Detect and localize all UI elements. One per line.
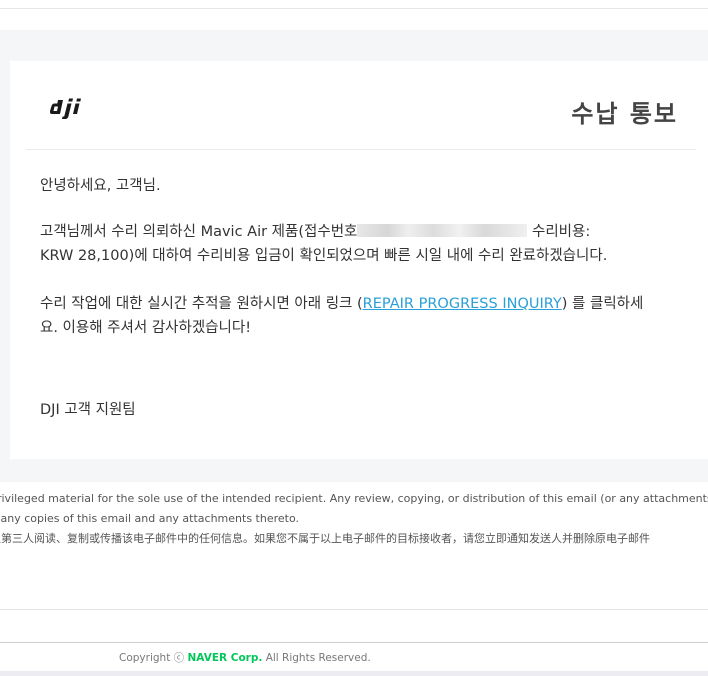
tracking-text-2: ) 를 클릭하세 (561, 296, 644, 312)
mail-view: 수납 통보 안녕하세요, 고객님. 고객님께서 수리 의뢰하신 Mavic Ai… (0, 0, 708, 676)
tracking-text-3: 요. 이용해 주셔서 감사하겠습니다! (40, 320, 252, 336)
dji-logo-icon (50, 98, 81, 119)
payment-text-3: KRW 28,100)에 대하여 수리비용 입금이 확인되었으며 빠른 시일 내… (40, 248, 608, 264)
disclaimer-line-3: 让第三人阅读、复制或传播该电子邮件中的任何信息。如果您不属于以上电子邮件的目标接… (0, 532, 650, 545)
greeting-text: 안녕하세요, 고객님. (40, 178, 161, 194)
tracking-paragraph: 수리 작업에 대한 실시간 추적을 원하시면 아래 링크 (REPAIR PRO… (40, 292, 680, 340)
payment-text-1: 고객님께서 수리 의뢰하신 Mavic Air 제품(접수번호 (40, 224, 358, 240)
footer-divider-2 (0, 642, 708, 643)
header-divider (26, 149, 696, 150)
tracking-text-1: 수리 작업에 대한 실시간 추적을 원하시면 아래 링크 ( (40, 296, 363, 312)
footer-divider-1 (0, 609, 708, 610)
email-card: 수납 통보 안녕하세요, 고객님. 고객님께서 수리 의뢰하신 Mavic Ai… (10, 61, 708, 459)
top-divider (0, 8, 708, 9)
masked-receipt-number (357, 224, 528, 237)
copyright-suffix: All Rights Reserved. (265, 652, 371, 664)
payment-text-2: 수리비용: (527, 224, 591, 240)
disclaimer-line-1: privileged material for the sole use of … (0, 492, 708, 505)
bottom-bar (0, 671, 708, 676)
copyright-notice: Copyright ⓒ NAVER Corp. All Rights Reser… (119, 650, 371, 665)
email-title: 수납 통보 (571, 100, 678, 128)
signature-text: DJI 고객 지원팀 (40, 402, 136, 418)
payment-paragraph: 고객님께서 수리 의뢰하신 Mavic Air 제품(접수번호 수리비용: KR… (40, 220, 680, 268)
naver-brand-link[interactable]: NAVER Corp. (188, 652, 263, 664)
repair-progress-inquiry-link[interactable]: REPAIR PROGRESS INQUIRY (363, 296, 562, 312)
disclaimer-line-2: d any copies of this email and any attac… (0, 512, 299, 525)
copyright-prefix: Copyright ⓒ (119, 652, 185, 664)
